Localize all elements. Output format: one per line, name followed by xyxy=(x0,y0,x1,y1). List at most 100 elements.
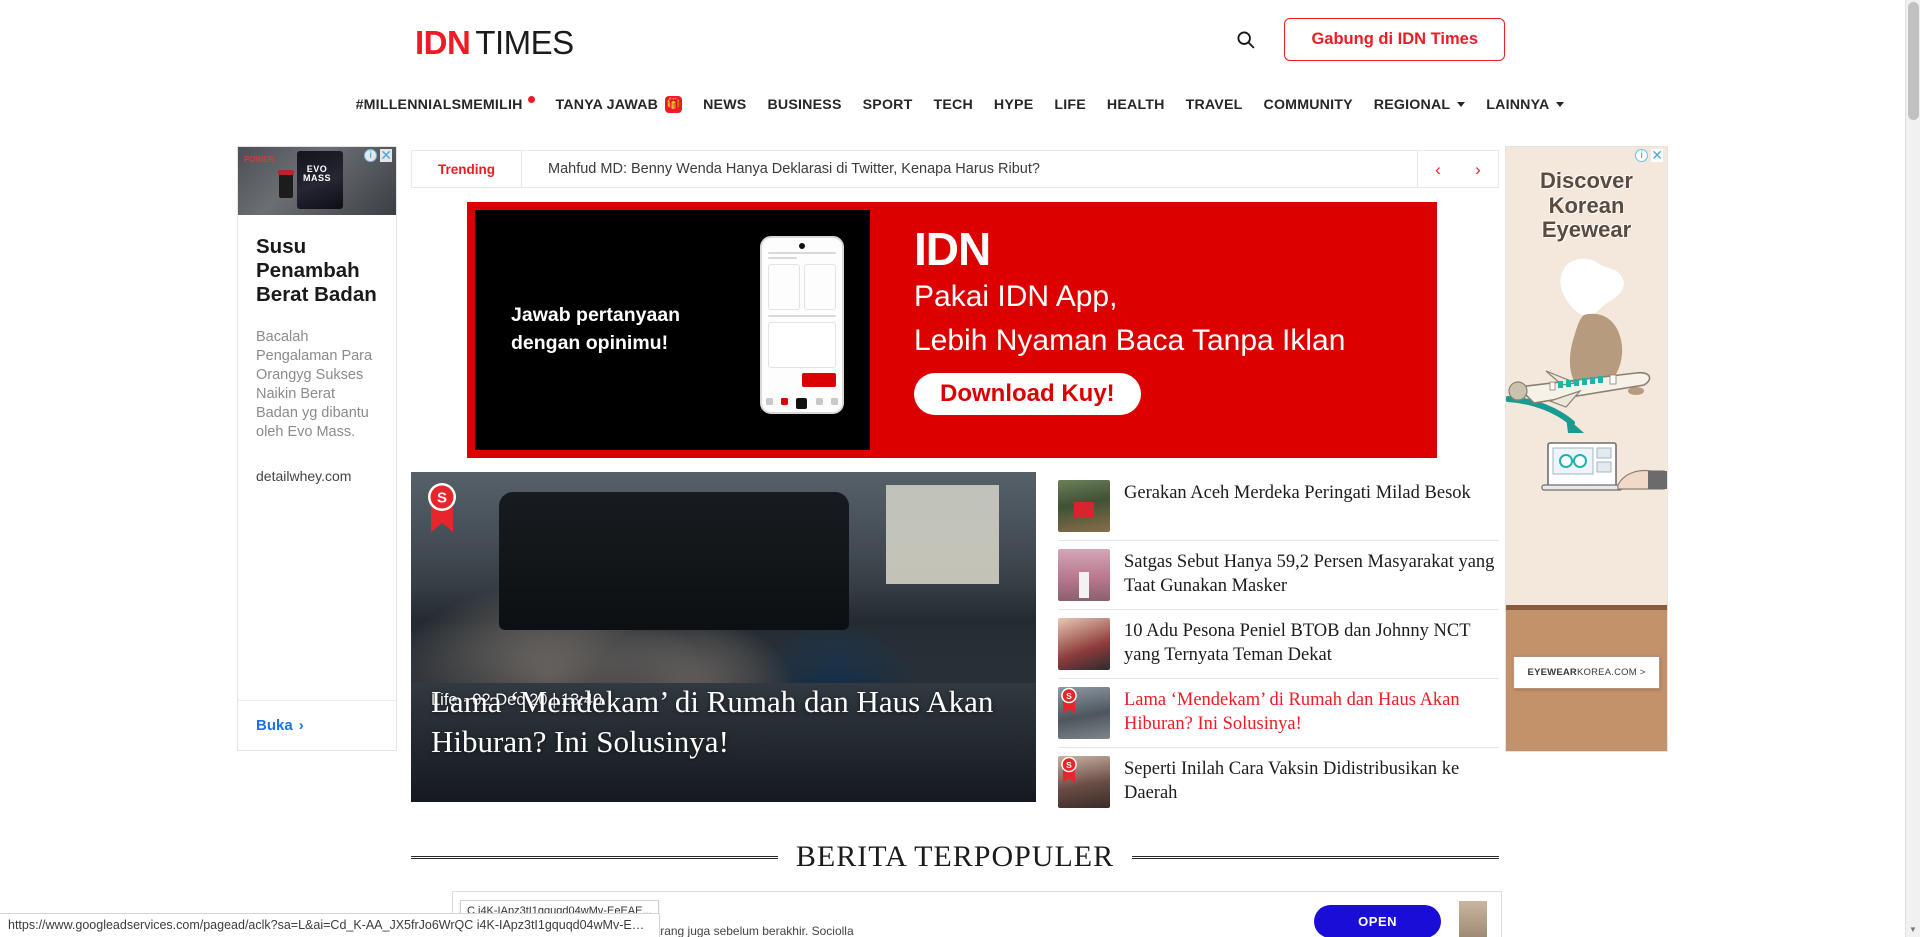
nav-label: LAINNYA xyxy=(1486,96,1550,113)
trending-next-icon[interactable]: › xyxy=(1475,161,1481,178)
bottom-ad-open-button[interactable]: OPEN xyxy=(1314,904,1441,937)
nav-label: #MILLENNIALSMEMILIH xyxy=(355,96,523,113)
nav-label: HYPE xyxy=(993,96,1034,113)
idn-app-promo-banner[interactable]: Jawab pertanyaan dengan opinimu! IDN Pak… xyxy=(467,202,1437,458)
site-logo[interactable]: IDN TIMES xyxy=(415,26,574,59)
nav-item-sport[interactable]: SPORT xyxy=(863,97,913,113)
korea-map-airplane-icon xyxy=(1506,258,1667,491)
search-icon xyxy=(1237,31,1255,49)
right-sidebar-ad[interactable]: i ✕ Discover Korean Eyewear EYEWEARKOREA… xyxy=(1505,146,1668,752)
svg-text:S: S xyxy=(1066,760,1072,770)
ad-left-open-link[interactable]: Buka › xyxy=(238,700,396,750)
ad-left-headline: Susu Penambah Berat Badan xyxy=(256,235,377,307)
nav-label: NEWS xyxy=(703,96,747,113)
article-thumbnail xyxy=(1058,549,1110,601)
ad-left-controls: i ✕ xyxy=(364,148,392,162)
nav-item-tech[interactable]: TECH xyxy=(934,97,973,113)
join-idn-times-button[interactable]: Gabung di IDN Times xyxy=(1284,18,1505,61)
nav-item-travel[interactable]: TRAVEL xyxy=(1186,97,1243,113)
ad-info-icon[interactable]: i xyxy=(1635,149,1649,162)
article-thumbnail xyxy=(1058,618,1110,670)
search-button[interactable] xyxy=(1228,23,1262,57)
ad-left-body-text: Bacalah Pengalaman Para Orangyg Sukses N… xyxy=(256,328,373,441)
svg-text:S: S xyxy=(437,490,447,507)
article-title[interactable]: 10 Adu Pesona Peniel BTOB dan Johnny NCT… xyxy=(1124,618,1499,668)
nav-item-regional[interactable]: REGIONAL xyxy=(1373,96,1466,113)
nav-item-health[interactable]: HEALTH xyxy=(1107,97,1165,113)
gift-icon: 🎁 xyxy=(665,96,683,113)
ad-info-icon[interactable]: i xyxy=(364,149,378,162)
nav-item-lainnya[interactable]: LAINNYA xyxy=(1486,96,1565,113)
featured-article-title[interactable]: Lama ‘Mendekam’ di Rumah dan Haus Akan H… xyxy=(431,682,1020,763)
article-thumbnail: S xyxy=(1058,687,1110,739)
nav-item-millennialsmemilih[interactable]: #MILLENNIALSMEMILIH xyxy=(355,96,535,113)
nav-label: BUSINESS xyxy=(767,96,842,113)
article-title[interactable]: Seperti Inilah Cara Vaksin Didistribusik… xyxy=(1124,756,1499,806)
promo-download-button[interactable]: Download Kuy! xyxy=(914,372,1141,415)
ad-close-icon[interactable]: ✕ xyxy=(380,148,392,162)
nav-label: TECH xyxy=(933,96,973,113)
header-actions: Gabung di IDN Times xyxy=(1228,18,1505,61)
ad-image-word-power: POWER xyxy=(244,155,275,164)
trending-bar: Trending Mahfud MD: Benny Wenda Hanya De… xyxy=(411,150,1499,188)
featured-article-card[interactable]: S Life · 02 Dec 20 | 13:40 Lama ‘Mendeka… xyxy=(411,472,1036,802)
promo-idn-logo: IDN xyxy=(914,223,991,275)
main-content-column: Trending Mahfud MD: Benny Wenda Hanya De… xyxy=(411,150,1499,874)
list-item[interactable]: 10 Adu Pesona Peniel BTOB dan Johnny NCT… xyxy=(1058,610,1499,679)
nav-label: LIFE xyxy=(1054,96,1086,113)
list-item[interactable]: Satgas Sebut Hanya 59,2 Persen Masyaraka… xyxy=(1058,541,1499,610)
nav-label: COMMUNITY xyxy=(1263,96,1353,113)
ad-right-headline-line3: Eyewear xyxy=(1541,217,1632,243)
list-item[interactable]: Gerakan Aceh Merdeka Peringati Milad Bes… xyxy=(1058,472,1499,541)
article-thumbnail: S xyxy=(1058,756,1110,808)
promo-line-1: Pakai IDN App, xyxy=(914,280,1118,313)
ad-right-illustration xyxy=(1506,251,1667,501)
nav-item-community[interactable]: COMMUNITY xyxy=(1264,97,1353,113)
article-title[interactable]: Gerakan Aceh Merdeka Peringati Milad Bes… xyxy=(1124,480,1471,505)
popular-section-header: BERITA TERPOPULER xyxy=(411,840,1499,874)
ad-right-headline-line2: Korean xyxy=(1548,192,1625,218)
ad-close-icon[interactable]: ✕ xyxy=(1651,148,1663,162)
ad-right-cta-button[interactable]: EYEWEARKOREA.COM > xyxy=(1512,656,1661,689)
promo-banner-right: IDN Pakai IDN App, Lebih Nyaman Baca Tan… xyxy=(878,202,1437,458)
chevron-right-icon: › xyxy=(298,717,304,734)
list-item[interactable]: S Seperti Inilah Cara Vaksin Didistribus… xyxy=(1058,748,1499,816)
bottom-ad-side-image xyxy=(1459,901,1487,937)
list-item[interactable]: S Lama ‘Mendekam’ di Rumah dan Haus Akan… xyxy=(1058,679,1499,748)
article-thumbnail xyxy=(1058,480,1110,532)
nav-item-tanya-jawab[interactable]: TANYA JAWAB 🎁 xyxy=(556,96,683,113)
nav-label: HEALTH xyxy=(1106,96,1165,113)
nav-label: SPORT xyxy=(862,96,913,113)
divider-right xyxy=(1132,855,1499,859)
hero-section: S Life · 02 Dec 20 | 13:40 Lama ‘Mendeka… xyxy=(411,472,1499,816)
main-navigation: #MILLENNIALSMEMILIH TANYA JAWAB 🎁 NEWS B… xyxy=(0,96,1920,113)
ad-right-cta-rest: KOREA.COM > xyxy=(1576,667,1646,678)
ad-right-controls: i ✕ xyxy=(1635,148,1663,162)
nav-item-business[interactable]: BUSINESS xyxy=(767,97,841,113)
scroll-down-icon[interactable]: ▼ xyxy=(1906,922,1920,937)
nav-item-hype[interactable]: HYPE xyxy=(994,97,1033,113)
page-scrollbar[interactable]: ▲ ▼ xyxy=(1905,0,1920,937)
nav-label: TANYA JAWAB xyxy=(555,96,659,113)
site-header: IDN TIMES Gabung di IDN Times #MILLENNIAL… xyxy=(0,0,1920,140)
nav-item-news[interactable]: NEWS xyxy=(703,97,746,113)
ad-right-headline-line1: Discover xyxy=(1540,168,1633,193)
promo-banner-left: Jawab pertanyaan dengan opinimu! xyxy=(467,202,878,458)
nav-list: #MILLENNIALSMEMILIH TANYA JAWAB 🎁 NEWS B… xyxy=(356,96,1565,113)
live-dot-icon xyxy=(527,96,535,103)
article-title[interactable]: Satgas Sebut Hanya 59,2 Persen Masyaraka… xyxy=(1124,549,1499,599)
ad-image-word-mass: MASS xyxy=(302,172,332,183)
trending-headline[interactable]: Mahfud MD: Benny Wenda Hanya Deklarasi d… xyxy=(522,151,1418,187)
nav-item-life[interactable]: LIFE xyxy=(1054,97,1086,113)
article-title[interactable]: Lama ‘Mendekam’ di Rumah dan Haus Akan H… xyxy=(1124,687,1499,737)
nav-label: REGIONAL xyxy=(1373,96,1451,113)
scrollbar-thumb[interactable] xyxy=(1908,2,1919,120)
promo-left-text: Jawab pertanyaan dengan opinimu! xyxy=(511,304,681,354)
trending-prev-icon[interactable]: ‹ xyxy=(1435,161,1441,178)
phone-mockup-image xyxy=(760,236,844,414)
sponsored-ribbon-icon: S xyxy=(1061,756,1077,783)
logo-times-text: TIMES xyxy=(475,24,574,61)
left-sidebar-ad[interactable]: i ✕ POWER EVO MASS Susu Penambah Berat B… xyxy=(237,146,397,751)
ad-right-headline: Discover Korean Eyewear xyxy=(1506,168,1667,243)
trending-label[interactable]: Trending xyxy=(412,151,522,187)
